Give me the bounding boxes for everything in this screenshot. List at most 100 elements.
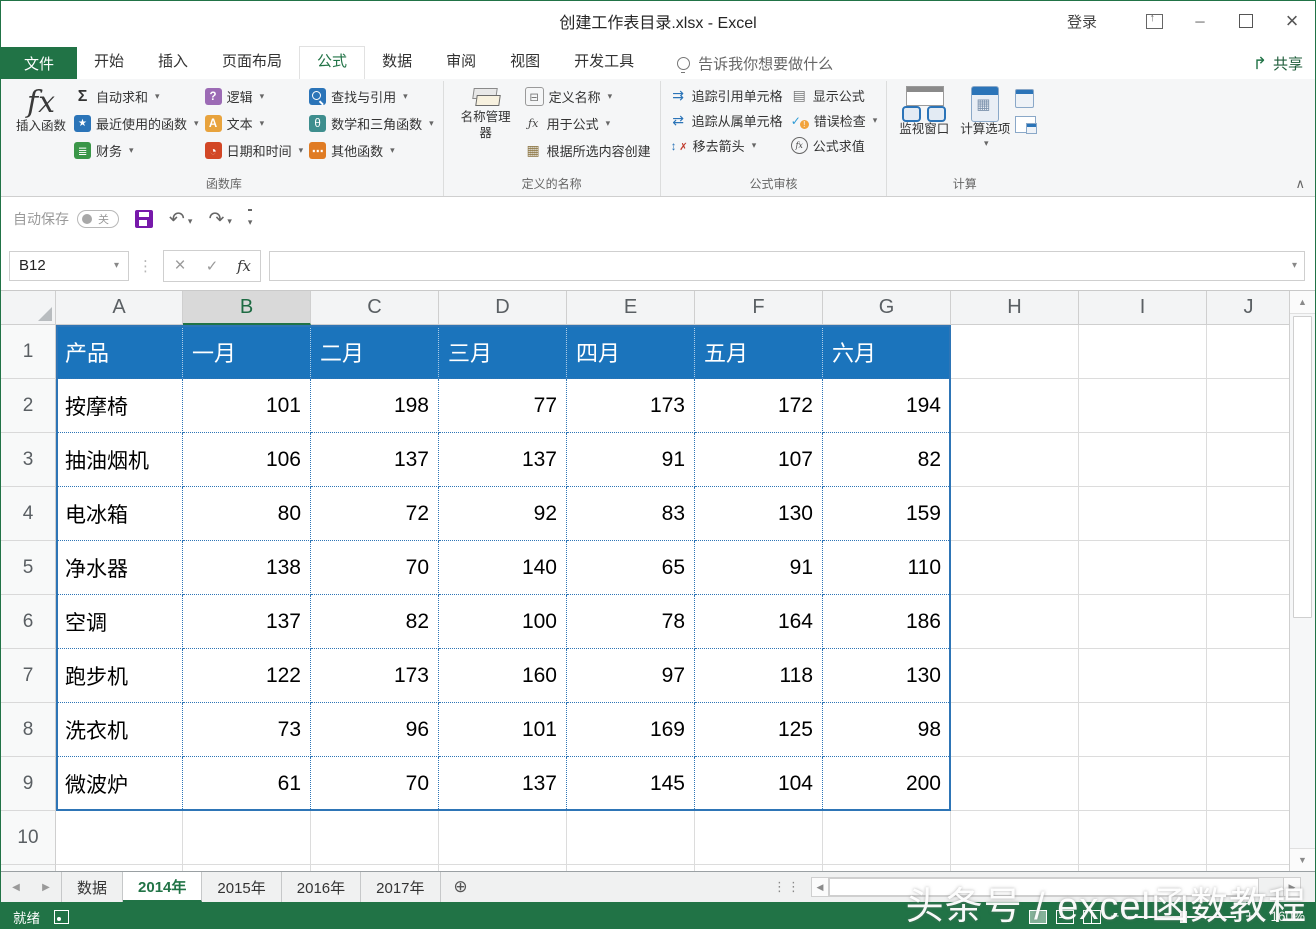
cell-C3[interactable]: 137 <box>311 433 439 487</box>
collapse-ribbon-button[interactable] <box>1295 176 1305 192</box>
cell-E8[interactable]: 169 <box>567 703 695 757</box>
cell-C8[interactable]: 96 <box>311 703 439 757</box>
name-manager-button[interactable]: 名称管理器 <box>450 83 522 144</box>
cell-H3[interactable] <box>951 433 1079 487</box>
scroll-right-arrow[interactable] <box>1283 877 1301 897</box>
name-box-dropdown-icon[interactable] <box>114 260 119 271</box>
cell-D10[interactable] <box>439 811 567 865</box>
cell-J7[interactable] <box>1207 649 1289 703</box>
zoom-slider[interactable] <box>1128 916 1236 918</box>
tell-me-box[interactable]: 告诉我你想要做什么 <box>677 47 833 79</box>
cell-D7[interactable]: 160 <box>439 649 567 703</box>
cell-F9[interactable]: 104 <box>695 757 823 811</box>
sign-in-button[interactable]: 登录 <box>1067 11 1097 32</box>
close-button[interactable] <box>1269 1 1315 41</box>
cell-G1[interactable]: 六月 <box>823 325 951 379</box>
text-button[interactable]: 文本 <box>202 110 307 137</box>
autosave-toggle[interactable]: 关 <box>77 210 119 228</box>
cell-B1[interactable]: 一月 <box>183 325 311 379</box>
cell-G6[interactable]: 186 <box>823 595 951 649</box>
row-header-8[interactable]: 8 <box>1 703 56 757</box>
vertical-scroll-thumb[interactable] <box>1293 316 1312 618</box>
column-header-B[interactable]: B <box>183 291 311 325</box>
normal-view-button[interactable] <box>1029 910 1047 924</box>
evaluate-formula-button[interactable]: 公式求值 <box>788 133 881 158</box>
ribbon-display-options-button[interactable] <box>1131 1 1177 41</box>
new-sheet-button[interactable] <box>441 872 481 902</box>
lookup-reference-button[interactable]: 查找与引用 <box>306 83 437 110</box>
name-box-splitter[interactable] <box>129 257 163 275</box>
zoom-level[interactable]: 160% <box>1263 909 1305 924</box>
undo-dropdown[interactable] <box>186 208 193 230</box>
cell-I9[interactable] <box>1079 757 1207 811</box>
redo-dropdown[interactable] <box>225 208 232 230</box>
cell-I1[interactable] <box>1079 325 1207 379</box>
sheet-tab-2015年[interactable]: 2015年 <box>202 872 281 902</box>
cell-D6[interactable]: 100 <box>439 595 567 649</box>
insert-function-fx-button[interactable] <box>228 257 260 275</box>
cell-I2[interactable] <box>1079 379 1207 433</box>
error-checking-button[interactable]: 错误检查 <box>788 108 881 133</box>
scroll-up-arrow[interactable] <box>1290 291 1315 314</box>
cell-D8[interactable]: 101 <box>439 703 567 757</box>
more-functions-button[interactable]: 其他函数 <box>306 137 437 164</box>
row-header-7[interactable]: 7 <box>1 649 56 703</box>
cell-H7[interactable] <box>951 649 1079 703</box>
trace-dependents-button[interactable]: 追踪从属单元格 <box>667 108 786 133</box>
column-header-D[interactable]: D <box>439 291 567 325</box>
cell-A1[interactable]: 产品 <box>56 325 183 379</box>
cell-A8[interactable]: 洗衣机 <box>56 703 183 757</box>
select-all-button[interactable] <box>1 291 56 325</box>
cell-E7[interactable]: 97 <box>567 649 695 703</box>
sheet-nav-next-button[interactable] <box>31 872 61 902</box>
sheet-nav-previous-button[interactable] <box>1 872 31 902</box>
column-header-J[interactable]: J <box>1207 291 1289 325</box>
math-trig-button[interactable]: 数学和三角函数 <box>306 110 437 137</box>
cell-H2[interactable] <box>951 379 1079 433</box>
watch-window-button[interactable]: 监视窗口 <box>893 83 955 141</box>
cell-C2[interactable]: 198 <box>311 379 439 433</box>
minimize-button[interactable] <box>1177 1 1223 41</box>
sheet-tab-2014年[interactable]: 2014年 <box>123 872 202 902</box>
macro-record-icon[interactable] <box>54 910 69 924</box>
insert-function-button[interactable]: fx 插入函数 <box>11 83 71 138</box>
cell-H10[interactable] <box>951 811 1079 865</box>
undo-button[interactable] <box>169 208 192 231</box>
cell-B9[interactable]: 61 <box>183 757 311 811</box>
column-header-C[interactable]: C <box>311 291 439 325</box>
date-time-button[interactable]: 日期和时间 <box>202 137 307 164</box>
save-button[interactable] <box>135 210 153 228</box>
cell-B4[interactable]: 80 <box>183 487 311 541</box>
cell-E5[interactable]: 65 <box>567 541 695 595</box>
cell-J3[interactable] <box>1207 433 1289 487</box>
page-break-view-button[interactable] <box>1083 910 1101 924</box>
scroll-left-arrow[interactable] <box>811 877 829 897</box>
cell-D2[interactable]: 77 <box>439 379 567 433</box>
cell-B6[interactable]: 137 <box>183 595 311 649</box>
cell-E2[interactable]: 173 <box>567 379 695 433</box>
cell-I4[interactable] <box>1079 487 1207 541</box>
row-header-4[interactable]: 4 <box>1 487 56 541</box>
row-header-9[interactable]: 9 <box>1 757 56 811</box>
cell-B8[interactable]: 73 <box>183 703 311 757</box>
cell-G3[interactable]: 82 <box>823 433 951 487</box>
zoom-out-button[interactable] <box>1110 908 1119 925</box>
cell-J9[interactable] <box>1207 757 1289 811</box>
cell-A5[interactable]: 净水器 <box>56 541 183 595</box>
tab-scroll-splitter[interactable] <box>763 872 811 902</box>
define-name-button[interactable]: 定义名称 <box>522 83 654 110</box>
cell-H6[interactable] <box>951 595 1079 649</box>
calculate-sheet-button[interactable] <box>1015 116 1036 133</box>
cell-B5[interactable]: 138 <box>183 541 311 595</box>
cell-B7[interactable]: 122 <box>183 649 311 703</box>
cell-H5[interactable] <box>951 541 1079 595</box>
cell-H8[interactable] <box>951 703 1079 757</box>
sheet-tab-2017年[interactable]: 2017年 <box>361 872 440 902</box>
cell-D4[interactable]: 92 <box>439 487 567 541</box>
autosave-control[interactable]: 自动保存 关 <box>13 209 119 229</box>
row-header-10[interactable]: 10 <box>1 811 56 865</box>
zoom-slider-thumb[interactable] <box>1180 911 1187 923</box>
cell-D1[interactable]: 三月 <box>439 325 567 379</box>
cell-J10[interactable] <box>1207 811 1289 865</box>
ribbon-tab-开发工具[interactable]: 开发工具 <box>557 47 651 79</box>
